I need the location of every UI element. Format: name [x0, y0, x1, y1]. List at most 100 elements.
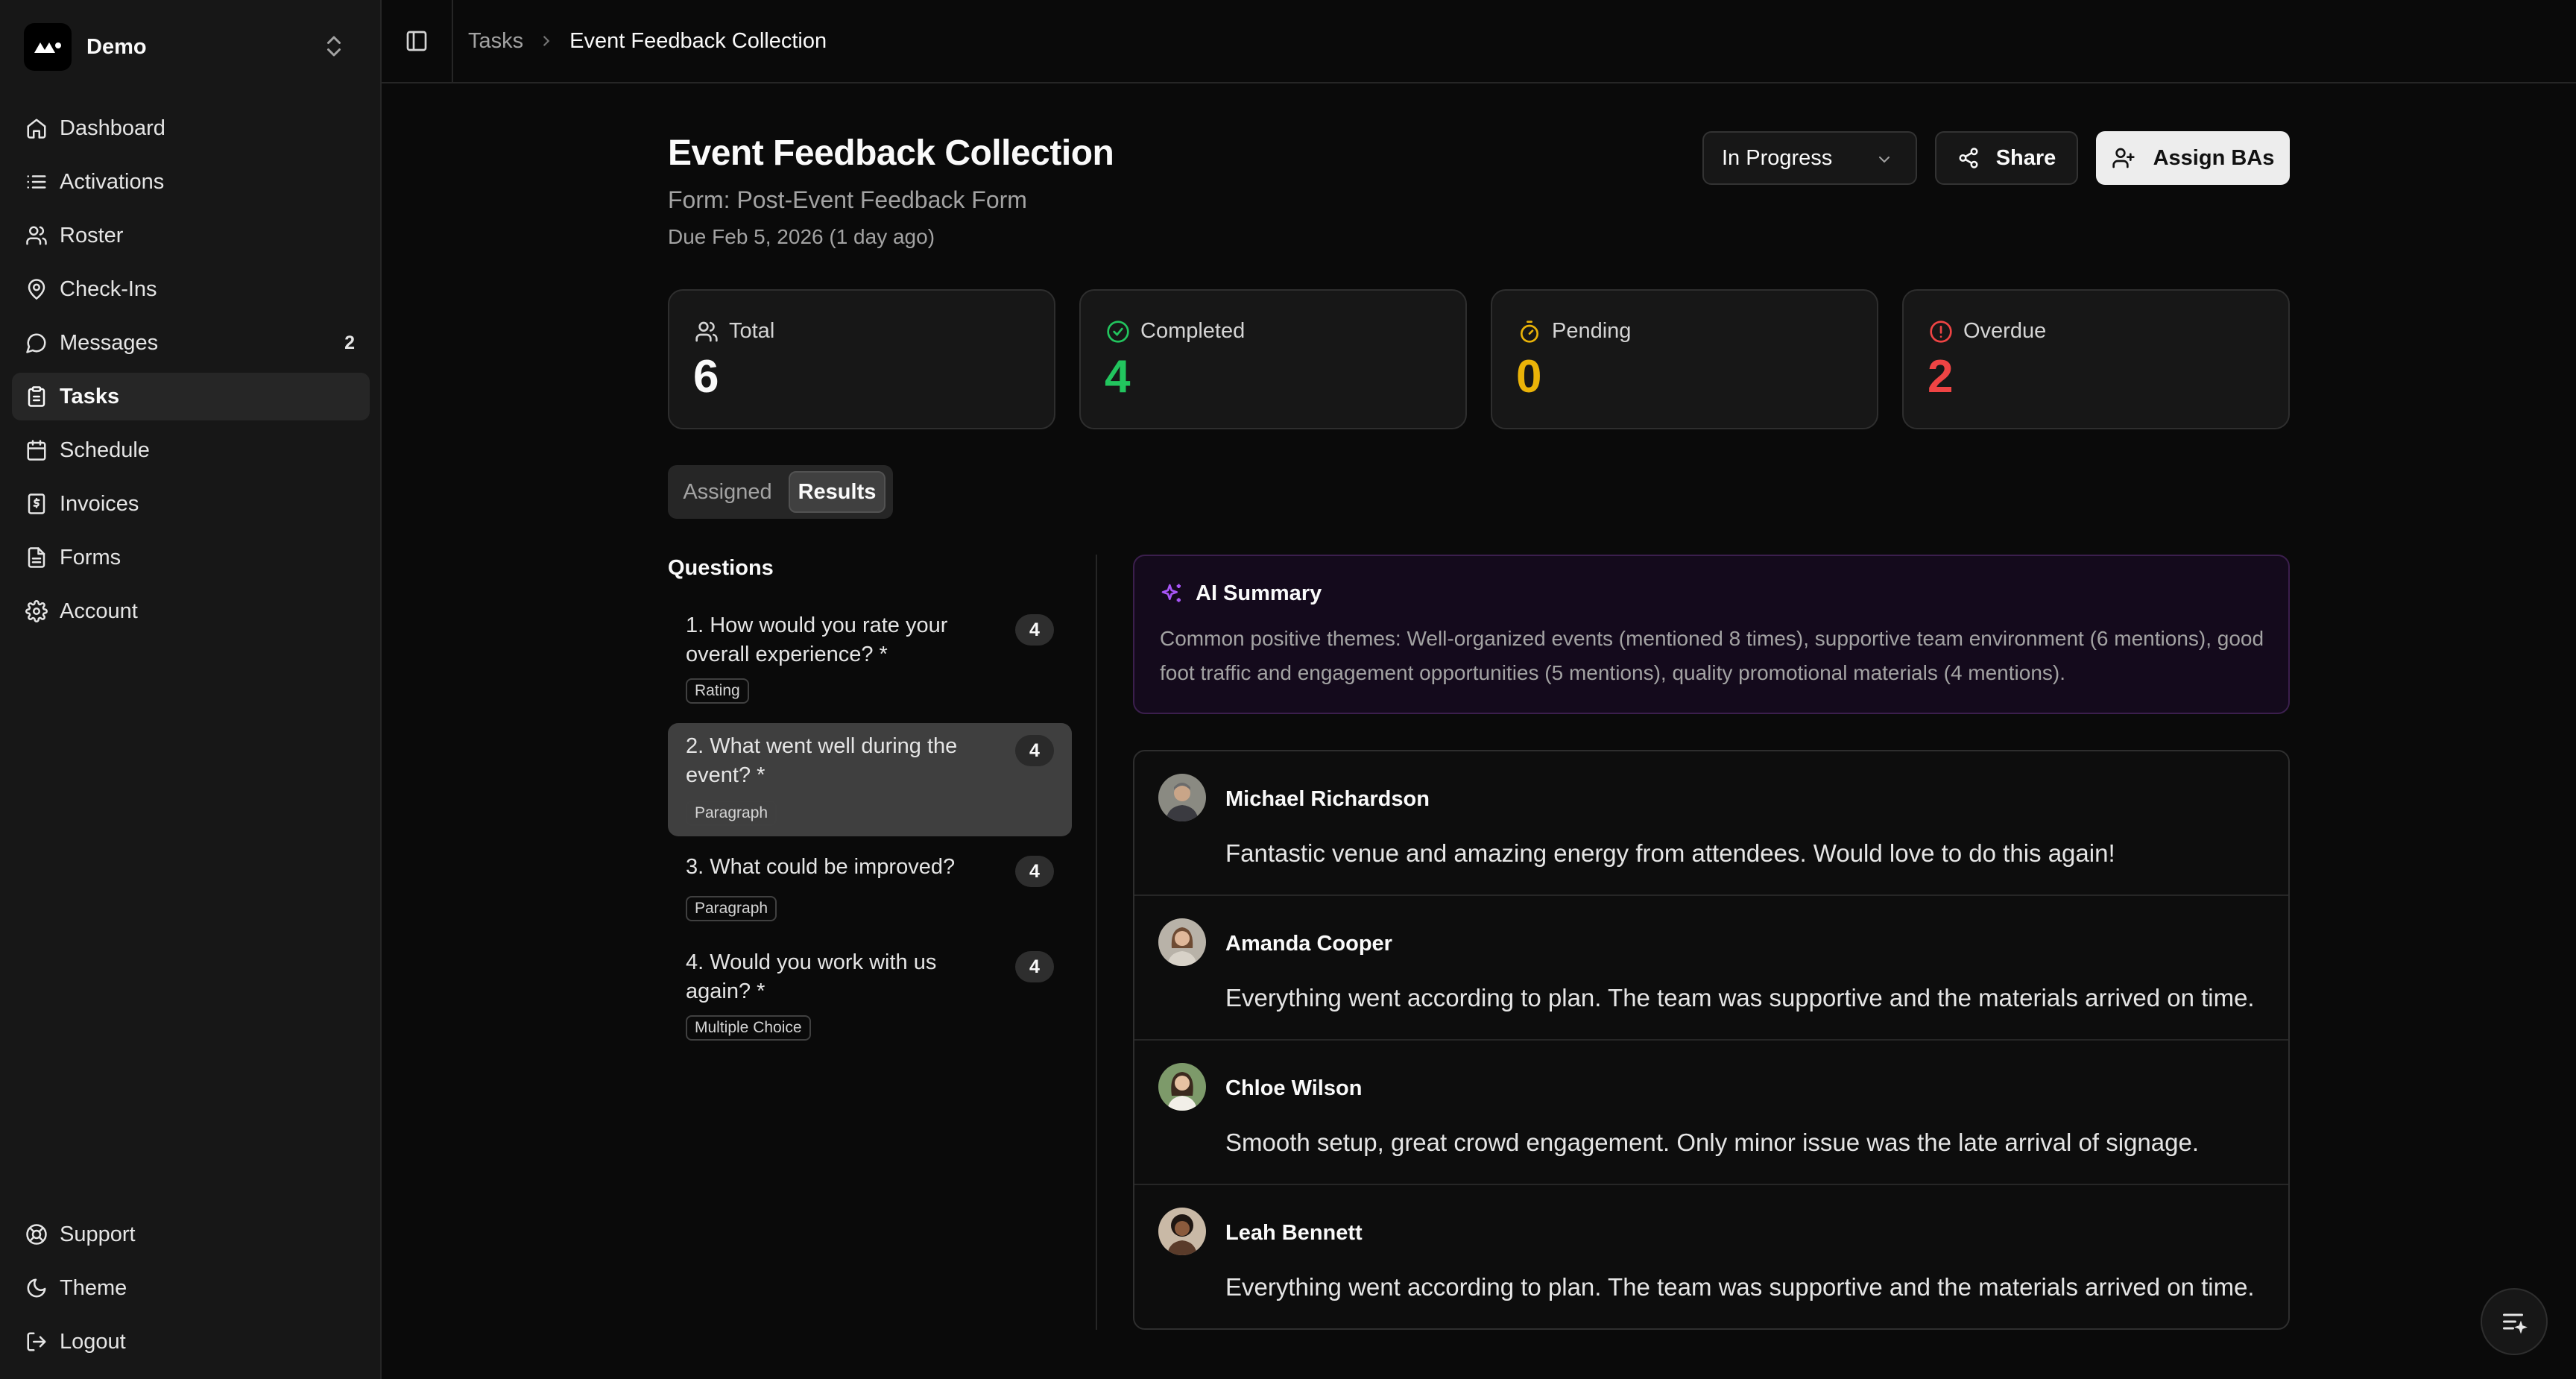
due-date: Due Feb 5, 2026 (1 day ago) [668, 225, 935, 248]
timer-icon [1521, 320, 1538, 343]
stat-label-text: Completed [1140, 319, 1246, 343]
sidebar-item-label: Forms [60, 545, 121, 569]
respondent-name: Michael Richardson [1225, 787, 1430, 811]
sidebar-toggle-button[interactable] [382, 0, 453, 82]
share-button[interactable]: Share [1935, 131, 2078, 185]
gear-icon [25, 600, 48, 622]
workspace-switcher[interactable]: Demo [24, 22, 358, 72]
sidebar-item-account[interactable]: Account [12, 587, 370, 635]
stat-label-text: Overdue [1963, 319, 2047, 343]
stat-value: 4 [1105, 351, 1131, 403]
ai-summary-title-text: AI Summary [1196, 581, 1322, 605]
question-item-2[interactable]: 2. What went well during the event? * 4 … [668, 723, 1072, 836]
question-type-tag: Paragraph [686, 801, 777, 826]
response-count-badge: 4 [1015, 856, 1054, 887]
sidebar-item-label: Messages [60, 330, 159, 355]
calendar-icon [27, 440, 46, 461]
list-icon [27, 175, 46, 189]
question-item-3[interactable]: 3. What could be improved? 4 Paragraph [668, 844, 1072, 930]
questions-heading: Questions [668, 556, 774, 580]
ai-summary-card: AI Summary Common positive themes: Well-… [1133, 555, 2290, 714]
status-select[interactable]: In Progress [1702, 131, 1917, 185]
response-text: Everything went according to plan. The t… [1225, 984, 2255, 1012]
messages-count-badge: 2 [344, 332, 355, 353]
sidebar-item-label: Schedule [60, 438, 150, 462]
response-item: Amanda Cooper Everything went according … [1134, 896, 2288, 1041]
status-select-value: In Progress [1722, 145, 1833, 170]
question-text: 2. What went well during the event? * [686, 734, 958, 787]
top-bar: Tasks Event Feedback Collection [382, 0, 2576, 83]
stat-card-total: Total 6 [668, 289, 1055, 429]
sidebar-item-label: Invoices [60, 491, 139, 516]
response-count-badge: 4 [1015, 735, 1054, 766]
moon-icon [27, 1278, 46, 1298]
question-text: 4. Would you work with us again? * [686, 950, 937, 1003]
question-type-tag: Multiple Choice [686, 1015, 811, 1041]
tab-assigned[interactable]: Assigned [674, 471, 781, 513]
form-name: Form: Post-Event Feedback Form [668, 186, 1027, 213]
sidebar-item-check-ins[interactable]: Check-Ins [12, 265, 370, 313]
avatar [1158, 1063, 1206, 1111]
sidebar-item-label: Dashboard [60, 116, 165, 140]
stat-label: Overdue [1929, 319, 2046, 344]
page-title: Event Feedback Collection [668, 133, 1114, 173]
sidebar-item-label: Activations [60, 169, 165, 194]
chevron-down-icon [1879, 157, 1890, 163]
panel-left-icon [406, 31, 427, 51]
sidebar-item-schedule[interactable]: Schedule [12, 426, 370, 474]
respondent-name: Amanda Cooper [1225, 932, 1392, 956]
respondent-name: Chloe Wilson [1225, 1076, 1363, 1100]
stat-card-overdue: Overdue 2 [1902, 289, 2290, 429]
question-text: 1. How would you rate your overall exper… [686, 613, 948, 666]
sidebar-item-theme[interactable]: Theme [12, 1264, 370, 1312]
breadcrumb-current: Event Feedback Collection [569, 28, 827, 53]
sidebar-item-label: Roster [60, 223, 124, 247]
floating-action-button[interactable] [2481, 1288, 2548, 1355]
sidebar-item-logout[interactable]: Logout [12, 1318, 370, 1366]
response-item: Leah Bennett Everything went according t… [1134, 1185, 2288, 1328]
file-text-icon [28, 547, 45, 568]
chevron-right-icon [538, 33, 555, 49]
panel-divider [1096, 555, 1097, 1330]
message-icon [26, 333, 46, 353]
list-sparkle-icon [2503, 1313, 2528, 1334]
respondent-name: Leah Bennett [1225, 1221, 1363, 1245]
avatar [1158, 1208, 1206, 1255]
workspace-name: Demo [86, 34, 147, 59]
question-item-1[interactable]: 1. How would you rate your overall exper… [668, 602, 1072, 713]
avatar [1158, 918, 1206, 966]
assign-bas-button[interactable]: Assign BAs [2096, 131, 2290, 185]
sidebar-item-forms[interactable]: Forms [12, 534, 370, 581]
sidebar-item-label: Account [60, 599, 138, 623]
question-text: 3. What could be improved? [686, 855, 956, 879]
assign-bas-button-label: Assign BAs [2153, 145, 2275, 170]
sidebar-item-roster[interactable]: Roster [12, 212, 370, 259]
breadcrumb-tasks-link[interactable]: Tasks [468, 29, 523, 54]
stat-card-pending: Pending 0 [1491, 289, 1878, 429]
stat-value: 2 [1928, 351, 1954, 403]
sidebar-item-activations[interactable]: Activations [12, 158, 370, 206]
tab-results[interactable]: Results [789, 471, 886, 513]
logout-icon [27, 1332, 46, 1351]
response-item: Michael Richardson Fantastic venue and a… [1134, 751, 2288, 896]
sidebar-item-invoices[interactable]: Invoices [12, 480, 370, 528]
sidebar-item-dashboard[interactable]: Dashboard [12, 104, 370, 152]
ai-summary-title: AI Summary [1160, 581, 1322, 606]
sidebar-item-messages[interactable]: Messages 2 [12, 319, 370, 367]
sidebar-item-support[interactable]: Support [12, 1211, 370, 1258]
users-icon [695, 321, 718, 341]
receipt-icon [28, 493, 45, 514]
avatar [1158, 774, 1206, 821]
workspace-logo [24, 23, 72, 71]
sidebar-item-label: Tasks [60, 384, 120, 408]
sidebar-item-label: Logout [60, 1329, 126, 1354]
map-pin-icon [28, 279, 45, 300]
response-text: Fantastic venue and amazing energy from … [1225, 839, 2115, 867]
check-circle-icon [1107, 320, 1129, 343]
sidebar-footer: Support Theme Logout [12, 1211, 370, 1372]
sidebar: Demo Dashboard Activations Roster Check-… [0, 0, 382, 1379]
sidebar-item-tasks[interactable]: Tasks [12, 373, 370, 420]
question-item-4[interactable]: 4. Would you work with us again? * 4 Mul… [668, 939, 1072, 1050]
share-button-label: Share [1995, 145, 2056, 170]
alert-circle-icon [1930, 320, 1952, 343]
